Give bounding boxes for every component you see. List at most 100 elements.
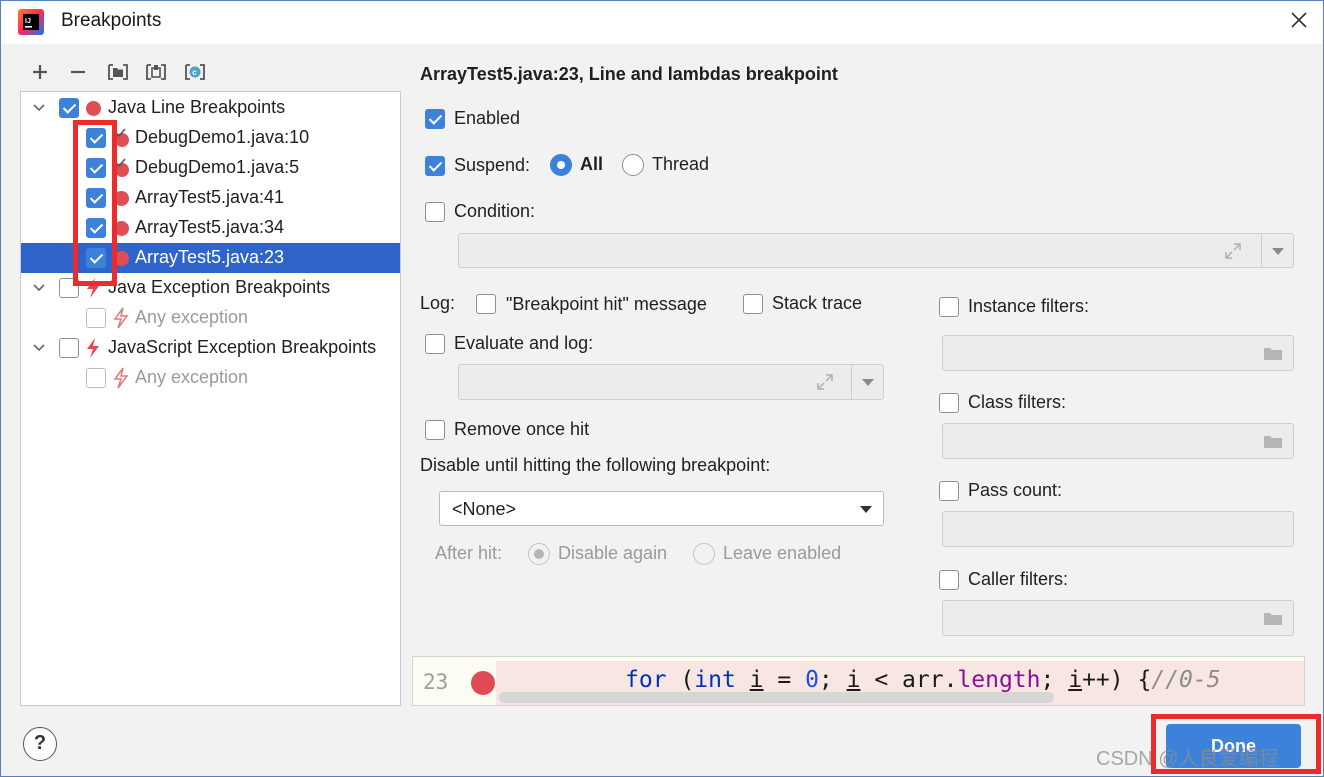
enabled-checkbox[interactable]	[425, 109, 445, 129]
pass-count-checkbox[interactable]	[939, 481, 959, 501]
after-hit-label: After hit:	[435, 543, 503, 563]
breakpoint-icon	[86, 101, 101, 116]
tree-item-any-exception[interactable]: Any exception	[21, 303, 400, 333]
class-filters-checkbox[interactable]	[939, 393, 959, 413]
disable-until-value: <None>	[452, 499, 517, 519]
code-token: ;	[818, 667, 847, 693]
folder-icon[interactable]	[1263, 611, 1283, 626]
tree-item-label: DebugDemo1.java:5	[135, 157, 300, 177]
breakpoints-tree[interactable]: Java Line Breakpoints DebugDemo1.java:10…	[20, 91, 401, 706]
breakpoint-icon	[471, 671, 495, 695]
code-token: ++) {	[1082, 667, 1152, 693]
code-token: < arr.	[860, 667, 958, 693]
add-icon[interactable]	[28, 60, 52, 84]
evaluate-log-field[interactable]	[458, 364, 884, 400]
tree-group-java-line[interactable]: Java Line Breakpoints	[21, 93, 400, 123]
tree-item-any-exception[interactable]: Any exception	[21, 363, 400, 393]
group-by-package-icon[interactable]	[144, 60, 168, 84]
class-filters-field[interactable]	[942, 423, 1294, 459]
code-token: 0	[805, 667, 819, 693]
svg-text:IJ: IJ	[25, 18, 31, 25]
item-checkbox[interactable]	[86, 128, 106, 148]
chevron-down-icon[interactable]	[32, 281, 46, 295]
suspend-checkbox[interactable]	[425, 156, 445, 176]
expand-icon[interactable]	[815, 372, 835, 392]
tree-group-label: Java Line Breakpoints	[108, 97, 286, 117]
tree-group-java-exception[interactable]: Java Exception Breakpoints	[21, 273, 400, 303]
caller-filters-field[interactable]	[942, 600, 1294, 636]
instance-filters-checkbox[interactable]	[939, 297, 959, 317]
pass-count-field[interactable]	[942, 511, 1294, 547]
horizontal-scrollbar[interactable]	[499, 692, 1054, 703]
item-checkbox[interactable]	[86, 308, 106, 328]
suspend-thread-radio[interactable]	[622, 154, 644, 176]
suspend-all-radio[interactable]	[550, 154, 572, 176]
chevron-down-icon[interactable]	[32, 341, 46, 355]
disable-again-radio[interactable]	[528, 543, 550, 565]
code-comment: //0-5	[1151, 667, 1221, 693]
leave-enabled-radio[interactable]	[693, 543, 715, 565]
evaluate-log-checkbox[interactable]	[425, 334, 445, 354]
evaluate-log-dropdown[interactable]	[851, 365, 884, 399]
folder-icon[interactable]	[1263, 434, 1283, 449]
group-by-file-icon[interactable]	[106, 60, 130, 84]
condition-dropdown[interactable]	[1261, 234, 1294, 267]
remove-once-hit-checkbox[interactable]	[425, 420, 445, 440]
code-token: i	[1068, 667, 1083, 693]
item-checkbox[interactable]	[86, 368, 106, 388]
disable-until-select[interactable]: <None>	[439, 491, 884, 526]
item-checkbox[interactable]	[86, 218, 106, 238]
code-preview: 23 for (int i = 0; i < arr.length; i++) …	[412, 656, 1305, 706]
close-icon[interactable]	[1287, 8, 1311, 32]
tree-item-debugdemo1-10[interactable]: DebugDemo1.java:10	[21, 123, 400, 153]
tree-item-debugdemo1-5[interactable]: DebugDemo1.java:5	[21, 153, 400, 183]
code-token: for	[625, 667, 667, 693]
line-number: 23	[423, 670, 449, 694]
tree-item-arraytest5-34[interactable]: ArrayTest5.java:34	[21, 213, 400, 243]
breakpoint-check-icon	[114, 128, 129, 147]
group-checkbox[interactable]	[59, 98, 79, 118]
tree-item-arraytest5-23[interactable]: ArrayTest5.java:23	[21, 243, 400, 273]
title-bar	[0, 0, 1324, 44]
condition-checkbox[interactable]	[425, 202, 445, 222]
remove-icon[interactable]	[66, 60, 90, 84]
group-checkbox[interactable]	[59, 278, 79, 298]
lightning-icon	[87, 278, 99, 298]
chevron-down-icon[interactable]	[32, 101, 46, 115]
group-by-class-icon[interactable]: c	[183, 60, 207, 84]
chevron-down-icon	[862, 379, 874, 386]
instance-filters-field[interactable]	[942, 335, 1294, 371]
instance-filters-label: Instance filters:	[968, 296, 1090, 316]
help-button[interactable]: ?	[23, 727, 57, 761]
tree-item-label: ArrayTest5.java:41	[135, 187, 285, 207]
suspend-thread-label: Thread	[652, 154, 710, 174]
code-token: int	[694, 667, 736, 693]
item-checkbox[interactable]	[86, 158, 106, 178]
enabled-label: Enabled	[454, 108, 521, 128]
evaluate-log-label: Evaluate and log:	[454, 333, 594, 353]
condition-field[interactable]	[458, 233, 1294, 268]
tree-group-javascript-exception[interactable]: JavaScript Exception Breakpoints	[21, 333, 400, 363]
group-checkbox[interactable]	[59, 338, 79, 358]
item-checkbox[interactable]	[86, 248, 106, 268]
code-token: ;	[1040, 667, 1069, 693]
tree-item-label: ArrayTest5.java:23	[135, 247, 285, 267]
lightning-icon	[113, 307, 129, 329]
intellij-app-icon: IJ	[18, 9, 44, 35]
breakpoint-check-icon	[114, 158, 129, 177]
caller-filters-checkbox[interactable]	[939, 570, 959, 590]
log-message-label: "Breakpoint hit" message	[506, 294, 707, 314]
tree-item-arraytest5-41[interactable]: ArrayTest5.java:41	[21, 183, 400, 213]
breakpoint-title: ArrayTest5.java:23, Line and lambdas bre…	[420, 64, 838, 84]
breakpoint-icon	[114, 221, 129, 236]
stack-trace-label: Stack trace	[772, 293, 863, 313]
stack-trace-checkbox[interactable]	[743, 294, 763, 314]
log-message-checkbox[interactable]	[476, 294, 496, 314]
folder-icon[interactable]	[1263, 346, 1283, 361]
item-checkbox[interactable]	[86, 188, 106, 208]
expand-icon[interactable]	[1223, 241, 1243, 261]
remove-once-hit-label: Remove once hit	[454, 419, 590, 439]
leave-enabled-label: Leave enabled	[723, 543, 842, 563]
tree-item-label: DebugDemo1.java:10	[135, 127, 310, 147]
